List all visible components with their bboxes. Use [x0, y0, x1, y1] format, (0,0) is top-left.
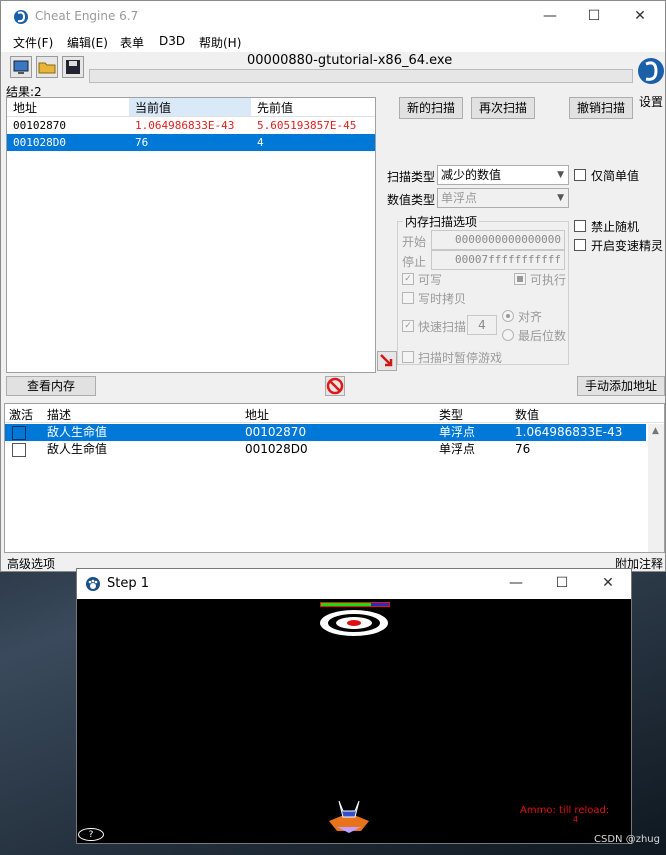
no-random-label: 禁止随机	[591, 220, 640, 234]
fast-scan-checkbox[interactable]: ✓	[402, 320, 414, 332]
table-row[interactable]: 敌人生命值 00102870 单浮点 1.064986833E-43	[5, 424, 646, 441]
enemy-health-bar	[320, 602, 390, 607]
value-type-select[interactable]: 单浮点 ▼	[437, 188, 569, 208]
executable-label: 可执行	[530, 273, 567, 287]
open-process-button[interactable]	[10, 56, 32, 78]
align-label: 对齐	[518, 310, 543, 324]
no-random-checkbox[interactable]	[574, 220, 586, 232]
col-address[interactable]: 地址	[13, 99, 37, 116]
vertical-scrollbar[interactable]: ▲	[648, 424, 664, 552]
new-scan-button[interactable]: 新的扫描	[399, 97, 463, 119]
add-address-manually-button[interactable]: 手动添加地址	[577, 376, 665, 396]
menu-table[interactable]: 表单	[120, 34, 144, 51]
reload-count: 4	[573, 815, 579, 824]
folder-icon	[38, 62, 56, 74]
writable-label: 可写	[418, 273, 443, 287]
pause-game-checkbox[interactable]	[402, 351, 414, 363]
floppy-disk-icon	[66, 60, 80, 74]
cheat-engine-window: Cheat Engine 6.7 — ☐ ✕ 文件(F) 编辑(E) 表单 D3…	[0, 0, 666, 572]
col-previous[interactable]: 先前值	[257, 99, 293, 116]
no-entry-icon	[326, 377, 344, 395]
col-description[interactable]: 描述	[47, 406, 71, 423]
active-checkbox[interactable]	[12, 426, 26, 440]
results-header: 地址 当前值 先前值	[7, 98, 375, 117]
table-row[interactable]: 001028D0 76 4	[7, 134, 375, 151]
stop-label: 停止	[402, 255, 427, 269]
start-address-field[interactable]: 0000000000000000	[431, 230, 565, 250]
start-label: 开始	[402, 235, 427, 249]
chevron-down-icon: ▼	[557, 170, 564, 180]
menu-bar: 文件(F) 编辑(E) 表单 D3D 帮助(H)	[1, 32, 665, 52]
speedhack-label: 开启变速精灵	[591, 239, 664, 253]
game-maximize-button[interactable]: ☐	[539, 569, 585, 599]
simple-values-checkbox[interactable]	[574, 169, 586, 181]
scan-type-select[interactable]: 减少的数值 ▼	[437, 165, 569, 185]
menu-help[interactable]: 帮助(H)	[199, 34, 241, 51]
advanced-options-link[interactable]: 高级选项	[7, 555, 55, 572]
window-title: Cheat Engine 6.7	[35, 9, 139, 23]
title-bar[interactable]: Cheat Engine 6.7 — ☐ ✕	[1, 1, 665, 32]
red-arrow-down-right-icon	[380, 354, 393, 367]
enemy-target-icon	[320, 610, 388, 636]
cheat-engine-settings-logo-icon[interactable]	[637, 55, 665, 89]
chevron-down-icon: ▼	[557, 193, 564, 203]
reload-text: Ammo: till reload:	[520, 805, 610, 816]
results-list[interactable]: 地址 当前值 先前值 00102870 1.064986833E-43 5.60…	[6, 97, 376, 373]
game-close-button[interactable]: ✕	[585, 569, 631, 599]
scan-progress-bar	[89, 69, 633, 83]
cheat-table-header: 激活 描述 地址 类型 数值	[5, 404, 664, 423]
table-row[interactable]: 00102870 1.064986833E-43 5.605193857E-45	[7, 117, 375, 134]
undo-scan-button[interactable]: 撤销扫描	[569, 97, 633, 119]
copy-on-write-label: 写时拷贝	[418, 292, 467, 306]
last-digits-label: 最后位数	[518, 329, 567, 343]
minimize-button[interactable]: —	[527, 1, 573, 32]
align-radio[interactable]	[502, 310, 514, 322]
help-icon[interactable]: ?	[78, 828, 104, 841]
fast-scan-field[interactable]: 4	[467, 315, 497, 335]
pause-game-label: 扫描时暂停游戏	[418, 351, 503, 365]
process-name: 00000880-gtutorial-x86_64.exe	[247, 53, 453, 68]
col-value[interactable]: 数值	[515, 406, 539, 423]
view-memory-button[interactable]: 查看内存	[6, 376, 96, 396]
scan-type-label: 扫描类型	[387, 170, 436, 184]
stop-address-field[interactable]: 00007fffffffffff	[431, 250, 565, 270]
simple-values-label: 仅简单值	[591, 169, 640, 183]
game-window-title: Step 1	[107, 576, 150, 591]
close-button[interactable]: ✕	[617, 1, 663, 32]
save-button[interactable]	[62, 56, 84, 78]
watermark: CSDN @zhug	[594, 834, 660, 845]
col-type[interactable]: 类型	[439, 406, 463, 423]
fast-scan-label: 快速扫描	[418, 320, 467, 334]
maximize-button[interactable]: ☐	[571, 1, 617, 32]
player-ship-icon	[329, 800, 369, 833]
col-current[interactable]: 当前值	[135, 99, 171, 116]
paw-icon	[86, 577, 100, 591]
cheat-table[interactable]: 激活 描述 地址 类型 数值 敌人生命值 00102870 单浮点 1.0649…	[4, 403, 665, 553]
computer-icon	[13, 60, 29, 74]
writable-checkbox[interactable]: ✓	[402, 273, 414, 285]
speedhack-checkbox[interactable]	[574, 239, 586, 251]
col-address[interactable]: 地址	[245, 406, 269, 423]
last-digits-radio[interactable]	[502, 329, 514, 341]
col-active[interactable]: 激活	[9, 406, 33, 423]
table-row[interactable]: 敌人生命值 001028D0 单浮点 76	[5, 441, 646, 458]
next-scan-button[interactable]: 再次扫描	[471, 97, 535, 119]
open-file-button[interactable]	[36, 56, 58, 78]
clear-list-button[interactable]	[325, 376, 345, 396]
game-title-bar[interactable]: Step 1 — ☐ ✕	[77, 569, 631, 599]
menu-d3d[interactable]: D3D	[159, 34, 185, 48]
memory-scan-options-title: 内存扫描选项	[403, 213, 480, 230]
executable-checkbox[interactable]	[514, 273, 526, 285]
chevron-up-icon[interactable]: ▲	[652, 426, 659, 436]
game-minimize-button[interactable]: —	[493, 569, 539, 599]
value-type-label: 数值类型	[387, 193, 436, 207]
active-checkbox[interactable]	[12, 443, 26, 457]
copy-on-write-checkbox[interactable]	[402, 292, 414, 304]
add-to-list-button[interactable]	[377, 351, 397, 371]
settings-label[interactable]: 设置	[639, 93, 663, 110]
game-window: Step 1 — ☐ ✕ Ammo: till reload: 4 ?	[76, 568, 632, 844]
menu-file[interactable]: 文件(F)	[13, 34, 53, 51]
cheat-engine-logo-icon	[14, 10, 28, 24]
menu-edit[interactable]: 编辑(E)	[67, 34, 108, 51]
